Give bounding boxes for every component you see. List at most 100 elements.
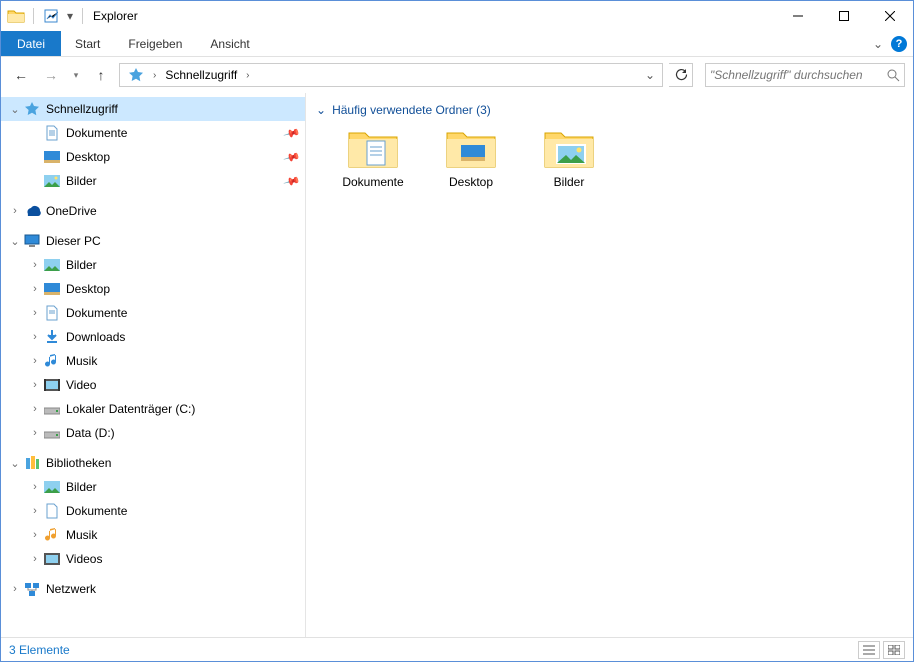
chevron-right-icon[interactable]: › <box>150 70 159 81</box>
tree-item-music-lib[interactable]: ›Musik <box>1 523 305 547</box>
pictures-icon <box>43 478 61 496</box>
collapse-icon[interactable]: ⌄ <box>7 101 23 117</box>
recent-locations-button[interactable]: ▾ <box>69 63 83 87</box>
forward-button[interactable]: → <box>39 63 63 87</box>
music-icon <box>43 352 61 370</box>
tree-item-drive-c[interactable]: ›Lokaler Datenträger (C:) <box>1 397 305 421</box>
tree-thispc[interactable]: ⌄ Dieser PC <box>1 229 305 253</box>
tree-item-documents-lib[interactable]: ›Dokumente <box>1 499 305 523</box>
document-icon <box>43 124 61 142</box>
separator <box>33 8 34 24</box>
view-icons-button[interactable] <box>883 641 905 659</box>
pin-icon: 📌 <box>283 172 301 190</box>
tree-label: Video <box>66 378 299 392</box>
group-label: Häufig verwendete Ordner (3) <box>332 103 491 117</box>
music-icon <box>43 526 61 544</box>
search-icon[interactable] <box>886 68 900 82</box>
collapse-icon[interactable]: ⌄ <box>7 455 23 471</box>
tree-label: OneDrive <box>46 204 299 218</box>
expand-icon[interactable]: › <box>7 203 23 219</box>
tree-label: Netzwerk <box>46 582 299 596</box>
tree-item-desktop[interactable]: › Desktop <box>1 277 305 301</box>
expand-icon[interactable]: › <box>27 479 43 495</box>
document-icon <box>43 502 61 520</box>
qat-dropdown-icon[interactable]: ▾ <box>64 5 76 27</box>
tree-item-documents[interactable]: Dokumente 📌 <box>1 121 305 145</box>
chevron-right-icon[interactable]: › <box>243 70 252 81</box>
ribbon-expand-icon[interactable]: ⌄ <box>873 37 883 51</box>
expand-icon[interactable]: › <box>27 281 43 297</box>
folder-icon[interactable] <box>5 5 27 27</box>
tab-start[interactable]: Start <box>61 31 114 56</box>
tree-label: Data (D:) <box>66 426 299 440</box>
folder-desktop[interactable]: Desktop <box>434 127 508 189</box>
drive-icon <box>43 424 61 442</box>
maximize-button[interactable] <box>821 1 867 31</box>
group-header[interactable]: ⌄ Häufig verwendete Ordner (3) <box>316 97 903 127</box>
tab-view[interactable]: Ansicht <box>196 31 263 56</box>
expand-icon[interactable]: › <box>27 257 43 273</box>
tree-item-pictures[interactable]: › Bilder <box>1 253 305 277</box>
tree-item-music[interactable]: › Musik <box>1 349 305 373</box>
star-icon <box>128 67 144 83</box>
collapse-icon[interactable]: ⌄ <box>7 233 23 249</box>
expand-icon[interactable]: › <box>27 329 43 345</box>
tree-item-desktop[interactable]: Desktop 📌 <box>1 145 305 169</box>
pin-icon: 📌 <box>283 124 301 142</box>
video-icon <box>43 550 61 568</box>
tree-item-pictures-lib[interactable]: ›Bilder <box>1 475 305 499</box>
back-button[interactable]: ← <box>9 63 33 87</box>
properties-button[interactable] <box>40 5 62 27</box>
tree-label: Musik <box>66 354 299 368</box>
expand-icon[interactable]: › <box>27 401 43 417</box>
navigation-tree[interactable]: ⌄ Schnellzugriff Dokumente 📌 Desktop 📌 <box>1 93 306 637</box>
search-input[interactable] <box>710 68 886 82</box>
content-pane[interactable]: ⌄ Häufig verwendete Ordner (3) Dokumente <box>306 93 913 637</box>
expand-icon[interactable]: › <box>27 551 43 567</box>
close-button[interactable] <box>867 1 913 31</box>
tree-label: Schnellzugriff <box>46 102 299 116</box>
refresh-button[interactable] <box>669 63 693 87</box>
minimize-button[interactable] <box>775 1 821 31</box>
tree-label: Desktop <box>66 282 299 296</box>
tree-libraries[interactable]: ⌄ Bibliotheken <box>1 451 305 475</box>
tree-item-pictures[interactable]: Bilder 📌 <box>1 169 305 193</box>
search-box[interactable] <box>705 63 905 87</box>
tab-share[interactable]: Freigeben <box>114 31 196 56</box>
expand-icon[interactable]: › <box>27 377 43 393</box>
quick-access-toolbar: ▾ <box>1 5 87 27</box>
expand-icon[interactable]: › <box>27 353 43 369</box>
tree-item-documents[interactable]: ›Dokumente <box>1 301 305 325</box>
expand-icon[interactable]: › <box>7 581 23 597</box>
tree-label: Bilder <box>66 258 299 272</box>
breadcrumb-root[interactable] <box>122 64 150 86</box>
folder-label: Dokumente <box>342 175 403 189</box>
tree-item-videos-lib[interactable]: ›Videos <box>1 547 305 571</box>
window-title: Explorer <box>93 9 138 23</box>
view-details-button[interactable] <box>858 641 880 659</box>
help-button[interactable]: ? <box>891 36 907 52</box>
ribbon-tabs: Datei Start Freigeben Ansicht ⌄ ? <box>1 31 913 57</box>
tree-label: Downloads <box>66 330 299 344</box>
tab-file[interactable]: Datei <box>1 31 61 56</box>
folder-document-icon <box>347 127 399 171</box>
star-icon <box>23 100 41 118</box>
address-bar[interactable]: › Schnellzugriff › ⌄ <box>119 63 663 87</box>
tree-item-video[interactable]: › Video <box>1 373 305 397</box>
expand-icon[interactable]: › <box>27 305 43 321</box>
tree-quickaccess[interactable]: ⌄ Schnellzugriff <box>1 97 305 121</box>
tree-item-drive-d[interactable]: › Data (D:) <box>1 421 305 445</box>
folder-documents[interactable]: Dokumente <box>336 127 410 189</box>
tree-network[interactable]: › Netzwerk <box>1 577 305 601</box>
expand-icon[interactable]: › <box>27 503 43 519</box>
expand-icon[interactable]: › <box>27 425 43 441</box>
folder-pictures[interactable]: Bilder <box>532 127 606 189</box>
tree-item-downloads[interactable]: › Downloads <box>1 325 305 349</box>
folder-grid: Dokumente Desktop <box>316 127 903 189</box>
expand-icon[interactable]: › <box>27 527 43 543</box>
address-history-button[interactable]: ⌄ <box>640 64 660 86</box>
collapse-icon[interactable]: ⌄ <box>316 103 326 117</box>
tree-onedrive[interactable]: › OneDrive <box>1 199 305 223</box>
breadcrumb-item[interactable]: Schnellzugriff <box>159 64 243 86</box>
up-button[interactable]: ↑ <box>89 63 113 87</box>
